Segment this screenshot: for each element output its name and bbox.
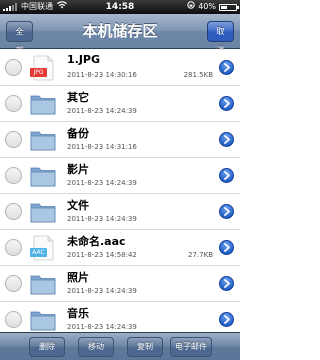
- chevron-right-icon: [224, 63, 230, 72]
- file-date: 2011-8-23 14:30:16: [67, 71, 137, 79]
- cancel-button[interactable]: 取消: [207, 21, 234, 55]
- detail-disclosure-button[interactable]: [219, 276, 234, 291]
- folder-icon: [30, 271, 56, 297]
- select-checkbox[interactable]: [5, 275, 22, 292]
- file-row[interactable]: AAC 未命名.aac 2011-8-23 14:58:42 27.7KB: [0, 230, 240, 266]
- file-row[interactable]: JPG 1.JPG 2011-8-23 14:30:16 281.5KB: [0, 50, 240, 86]
- select-checkbox[interactable]: [5, 239, 22, 256]
- file-name: 音乐: [67, 307, 89, 320]
- copy-button[interactable]: 复制: [127, 337, 163, 357]
- battery-percent: 40%: [198, 2, 216, 11]
- folder-icon: [30, 127, 56, 153]
- detail-disclosure-button[interactable]: [219, 240, 234, 255]
- folder-icon: [30, 307, 56, 332]
- select-checkbox[interactable]: [5, 131, 22, 148]
- file-name: 备份: [67, 127, 89, 140]
- file-date: 2011-8-23 14:31:16: [67, 143, 137, 151]
- detail-disclosure-button[interactable]: [219, 132, 234, 147]
- navigation-bar: 全部 本机储存区 取消: [0, 14, 240, 55]
- file-date: 2011-8-23 14:24:39: [67, 323, 137, 331]
- file-date: 2011-8-23 14:58:42: [67, 251, 137, 259]
- bottom-toolbar: 删除 移动 复制 电子邮件: [0, 332, 240, 360]
- battery-level: [221, 5, 227, 9]
- delete-button[interactable]: 删除: [29, 337, 65, 357]
- folder-icon: [30, 199, 56, 225]
- status-right: 40%: [187, 0, 239, 14]
- orientation-lock-icon: [187, 0, 195, 14]
- file-row[interactable]: 文件 2011-8-23 14:24:39: [0, 194, 240, 230]
- file-type-badge: JPG: [30, 68, 47, 77]
- file-row[interactable]: 音乐 2011-8-23 14:24:39: [0, 302, 240, 332]
- select-checkbox[interactable]: [5, 59, 22, 76]
- file-name: 未命名.aac: [67, 235, 126, 248]
- file-date: 2011-8-23 14:24:39: [67, 107, 137, 115]
- status-bar: 中国联通 14:58 40%: [0, 0, 240, 14]
- chevron-right-icon: [224, 243, 230, 252]
- chevron-right-icon: [224, 99, 230, 108]
- aac-file-icon: AAC: [30, 235, 56, 261]
- email-button[interactable]: 电子邮件: [170, 337, 212, 357]
- folder-icon: [30, 91, 56, 117]
- detail-disclosure-button[interactable]: [219, 96, 234, 111]
- chevron-right-icon: [224, 315, 230, 324]
- move-button[interactable]: 移动: [78, 337, 114, 357]
- detail-disclosure-button[interactable]: [219, 312, 234, 327]
- file-date: 2011-8-23 14:24:39: [67, 215, 137, 223]
- detail-disclosure-button[interactable]: [219, 168, 234, 183]
- select-checkbox[interactable]: [5, 203, 22, 220]
- file-row[interactable]: 影片 2011-8-23 14:24:39: [0, 158, 240, 194]
- file-date: 2011-8-23 14:24:39: [67, 179, 137, 187]
- jpg-file-icon: JPG: [30, 55, 56, 81]
- select-checkbox[interactable]: [5, 95, 22, 112]
- detail-disclosure-button[interactable]: [219, 60, 234, 75]
- chevron-right-icon: [224, 135, 230, 144]
- file-size: 27.7KB: [188, 251, 213, 259]
- file-row[interactable]: 其它 2011-8-23 14:24:39: [0, 86, 240, 122]
- file-name: 文件: [67, 199, 89, 212]
- select-checkbox[interactable]: [5, 311, 22, 328]
- file-row[interactable]: 照片 2011-8-23 14:24:39: [0, 266, 240, 302]
- file-name: 1.JPG: [67, 53, 101, 66]
- folder-icon: [30, 163, 56, 189]
- file-date: 2011-8-23 14:24:39: [67, 287, 137, 295]
- select-all-button[interactable]: 全部: [6, 21, 33, 55]
- file-name: 照片: [67, 271, 89, 284]
- page-title: 本机储存区: [82, 22, 158, 40]
- chevron-right-icon: [224, 171, 230, 180]
- file-size: 281.5KB: [183, 71, 213, 79]
- file-row[interactable]: 备份 2011-8-23 14:31:16: [0, 122, 240, 158]
- battery-icon: [219, 3, 239, 11]
- file-name: 影片: [67, 163, 89, 176]
- chevron-right-icon: [224, 207, 230, 216]
- file-name: 其它: [67, 91, 89, 104]
- file-list: JPG 1.JPG 2011-8-23 14:30:16 281.5KB 其它 2011-…: [0, 50, 240, 332]
- file-type-badge: AAC: [30, 248, 47, 257]
- select-checkbox[interactable]: [5, 167, 22, 184]
- chevron-right-icon: [224, 279, 230, 288]
- detail-disclosure-button[interactable]: [219, 204, 234, 219]
